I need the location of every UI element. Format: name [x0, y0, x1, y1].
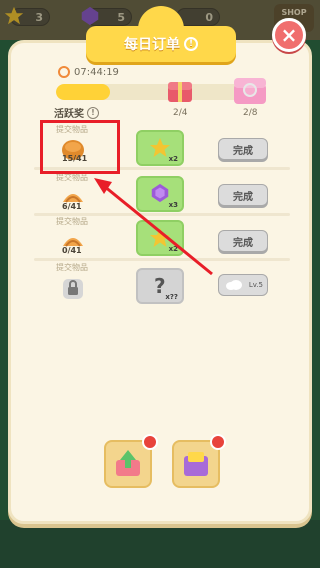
order-row: 提交物品 0/41 x2 完成	[38, 216, 288, 264]
reward-slot: x2	[136, 130, 184, 166]
cloud-icon	[226, 280, 242, 290]
reward-slot: x3	[136, 176, 184, 212]
milestone-2-label: 2/8	[243, 108, 258, 118]
pink-chest-icon[interactable]	[232, 74, 268, 106]
reward-quantity: x??	[165, 293, 178, 301]
level-requirement: Lv.5	[248, 281, 263, 289]
title-text: 每日订单	[124, 37, 180, 53]
milestone-1-label: 2/4	[173, 108, 188, 118]
red-chest-icon[interactable]	[166, 78, 194, 104]
green-arrow-gift-icon	[116, 450, 140, 476]
complete-button[interactable]: 完成	[218, 230, 268, 252]
reward-quantity: x2	[168, 245, 178, 253]
info-icon[interactable]: !	[87, 106, 99, 119]
level-lock-tag: Lv.5	[218, 274, 268, 296]
reward-slot: x2	[136, 220, 184, 256]
clock-icon	[58, 66, 70, 78]
info-icon[interactable]: !	[184, 37, 198, 51]
complete-button-label: 完成	[233, 191, 253, 203]
question-icon: ?	[154, 274, 166, 298]
purple-gift-box[interactable]	[172, 434, 226, 488]
reward-quantity: x2	[168, 155, 178, 163]
dialog-title: 每日订单 !	[86, 26, 236, 62]
countdown-timer: 07:44:19	[58, 66, 119, 78]
progress-fill	[56, 84, 111, 100]
order-row-locked: 提交物品 ? x?? Lv.5	[38, 262, 288, 310]
timer-text: 07:44:19	[74, 66, 119, 78]
green-arrow-gift-box[interactable]	[104, 434, 158, 488]
complete-button-label: 完成	[233, 145, 253, 157]
purple-gift-box-icon	[184, 452, 208, 476]
reward-quantity: x3	[168, 201, 178, 209]
notification-dot	[142, 434, 158, 450]
lock-icon	[63, 279, 83, 299]
item-count: 6/41	[62, 202, 82, 211]
submit-item-label: 提交物品	[56, 263, 88, 272]
active-reward-text: 活跃奖	[54, 109, 84, 120]
complete-button-label: 完成	[233, 237, 253, 249]
item-count: 0/41	[62, 246, 82, 255]
complete-button[interactable]: 完成	[218, 184, 268, 206]
mystery-reward-slot: ? x??	[136, 268, 184, 304]
notification-dot	[210, 434, 226, 450]
submit-item-label: 提交物品	[56, 217, 88, 226]
active-reward-label: 活跃奖 !	[54, 105, 99, 120]
close-button[interactable]: ×	[272, 18, 306, 52]
tutorial-highlight-box	[40, 120, 120, 174]
close-icon: ×	[280, 23, 298, 47]
complete-button[interactable]: 完成	[218, 138, 268, 160]
row-divider	[34, 258, 290, 261]
